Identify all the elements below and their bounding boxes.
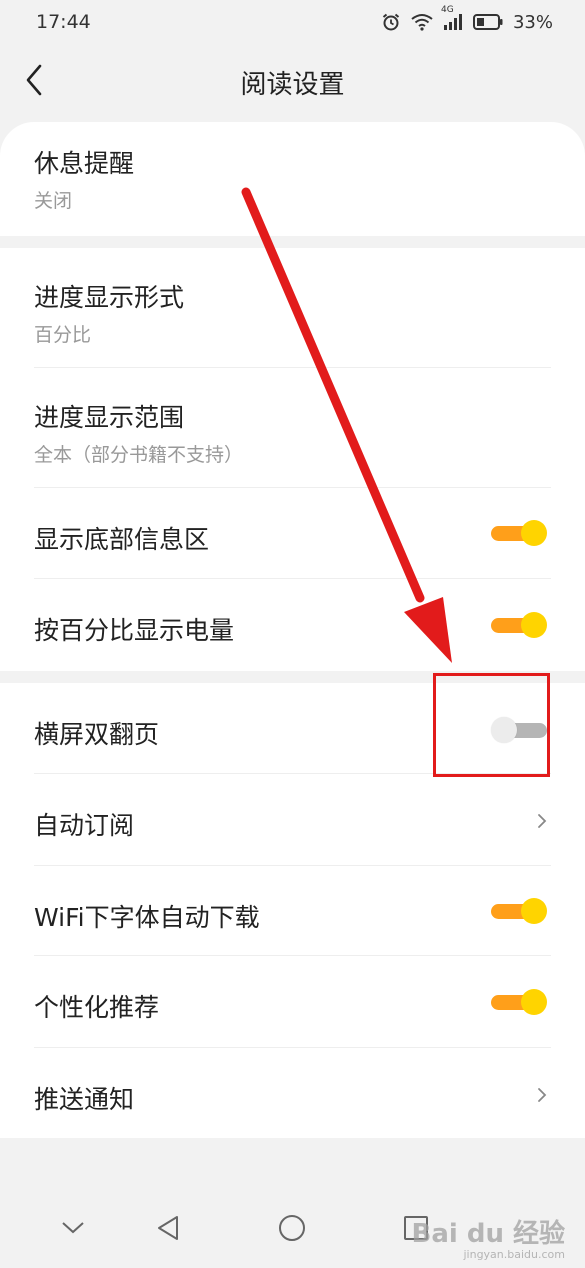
toggle-knob bbox=[521, 989, 547, 1015]
status-bar: 17:44 4G 33% bbox=[0, 0, 585, 44]
setting-value: 全本（部分书籍不支持） bbox=[34, 444, 244, 466]
setting-title: 推送通知 bbox=[34, 1085, 135, 1114]
chevron-right-icon bbox=[538, 1088, 547, 1102]
personalized-toggle[interactable] bbox=[491, 987, 547, 1017]
setting-personalized: 个性化推荐 bbox=[0, 956, 585, 1048]
toggle-knob bbox=[521, 612, 547, 638]
section-separator bbox=[0, 236, 585, 248]
battery-icon bbox=[472, 14, 503, 30]
watermark-brand: Bai du 经验 bbox=[411, 1219, 566, 1249]
setting-title: 进度显示形式 bbox=[34, 283, 185, 312]
nav-back-button[interactable] bbox=[148, 1208, 188, 1248]
setting-title: 个性化推荐 bbox=[34, 993, 160, 1022]
setting-progress-range[interactable]: 进度显示范围 全本（部分书籍不支持） bbox=[0, 368, 585, 488]
settings-card: 休息提醒 关闭 进度显示形式 百分比 进度显示范围 全本（部分书籍不支持） 显示… bbox=[0, 122, 585, 1138]
nav-home-button[interactable] bbox=[272, 1208, 312, 1248]
watermark-url: jingyan.baidu.com bbox=[463, 1248, 565, 1261]
toggle-knob bbox=[521, 898, 547, 924]
setting-wifi-font-download: WiFi下字体自动下载 bbox=[0, 866, 585, 956]
setting-title: 按百分比显示电量 bbox=[34, 616, 235, 645]
chevron-down-icon bbox=[62, 1222, 84, 1234]
setting-title: 进度显示范围 bbox=[34, 403, 185, 432]
chevron-right-icon bbox=[538, 814, 547, 828]
annotation-highlight-box bbox=[433, 673, 550, 777]
circle-home-icon bbox=[279, 1215, 305, 1241]
status-icons: 4G 33% bbox=[381, 5, 553, 33]
battery-percent-toggle[interactable] bbox=[491, 610, 547, 640]
alarm-icon bbox=[381, 12, 401, 32]
battery-percent: 33% bbox=[512, 11, 553, 33]
setting-auto-subscribe[interactable]: 自动订阅 bbox=[0, 774, 585, 866]
triangle-back-icon bbox=[158, 1216, 178, 1240]
baidu-watermark: Bai du 经验 jingyan.baidu.com bbox=[412, 1213, 566, 1261]
setting-rest-reminder[interactable]: 休息提醒 关闭 bbox=[0, 122, 585, 236]
header: 阅读设置 bbox=[0, 44, 585, 122]
nav-hide-button[interactable] bbox=[53, 1208, 93, 1248]
setting-title: WiFi下字体自动下载 bbox=[34, 903, 260, 932]
network-label: 4G bbox=[440, 5, 454, 15]
setting-title: 横屏双翻页 bbox=[34, 720, 160, 749]
setting-bottom-info: 显示底部信息区 bbox=[0, 488, 585, 579]
setting-value: 关闭 bbox=[34, 190, 73, 212]
page-title: 阅读设置 bbox=[240, 70, 345, 100]
setting-push-notify[interactable]: 推送通知 bbox=[0, 1048, 585, 1138]
setting-title: 自动订阅 bbox=[34, 811, 135, 840]
setting-value: 百分比 bbox=[34, 324, 92, 346]
signal-icon: 4G bbox=[441, 5, 463, 31]
setting-progress-format[interactable]: 进度显示形式 百分比 bbox=[0, 248, 585, 368]
wifi-font-download-toggle[interactable] bbox=[491, 896, 547, 926]
wifi-icon bbox=[411, 13, 433, 31]
setting-battery-percent: 按百分比显示电量 bbox=[0, 579, 585, 671]
status-time: 17:44 bbox=[36, 11, 91, 33]
toggle-knob bbox=[521, 520, 547, 546]
bottom-info-toggle[interactable] bbox=[491, 518, 547, 548]
setting-title: 显示底部信息区 bbox=[34, 525, 210, 554]
setting-title: 休息提醒 bbox=[34, 149, 135, 178]
